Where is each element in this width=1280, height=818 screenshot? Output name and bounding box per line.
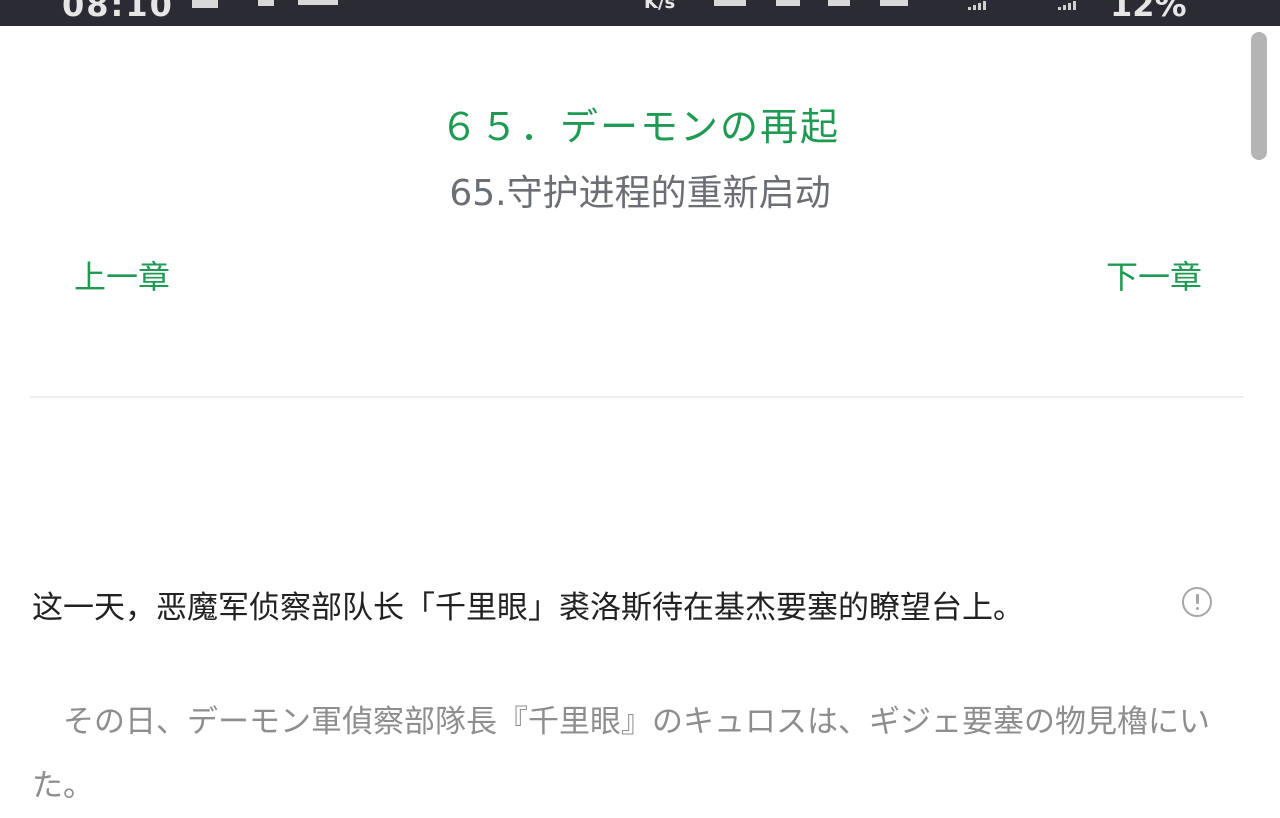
vibrate-icon <box>880 0 908 6</box>
divider <box>30 396 1244 398</box>
signal-icon <box>1058 0 1076 10</box>
battery-level: 12% <box>1110 0 1187 24</box>
mute-icon <box>828 0 850 6</box>
paragraph-japanese: その日、デーモン軍偵察部隊長『千里眼』のキュロスは、ギジェ要塞の物見櫓にいた。 <box>32 704 1210 804</box>
signal-icon <box>968 0 986 10</box>
previous-chapter-link[interactable]: 上一章 <box>74 252 170 298</box>
next-chapter-link[interactable]: 下一章 <box>1106 252 1202 298</box>
app-notification-icon <box>298 0 338 5</box>
chapter-title-chinese: 65.守护进程的重新启动 <box>449 173 831 214</box>
location-icon <box>258 0 274 6</box>
network-speed: K/s <box>644 0 676 13</box>
chapter-title-japanese: ６５．デーモンの再起 <box>439 105 840 149</box>
status-time: 08:10 <box>62 0 174 24</box>
wifi-icon <box>776 0 800 6</box>
notification-icon <box>192 0 218 8</box>
paragraph-chinese: 这一天，恶魔军侦察部队长「千里眼」裘洛斯待在基杰要塞的瞭望台上。 <box>32 590 1024 626</box>
sim-icon <box>714 0 746 6</box>
scrollbar[interactable] <box>1251 32 1267 160</box>
status-bar: 08:10 K/s 12% <box>0 0 1280 26</box>
exclamation-circle-icon[interactable] <box>1182 587 1212 617</box>
